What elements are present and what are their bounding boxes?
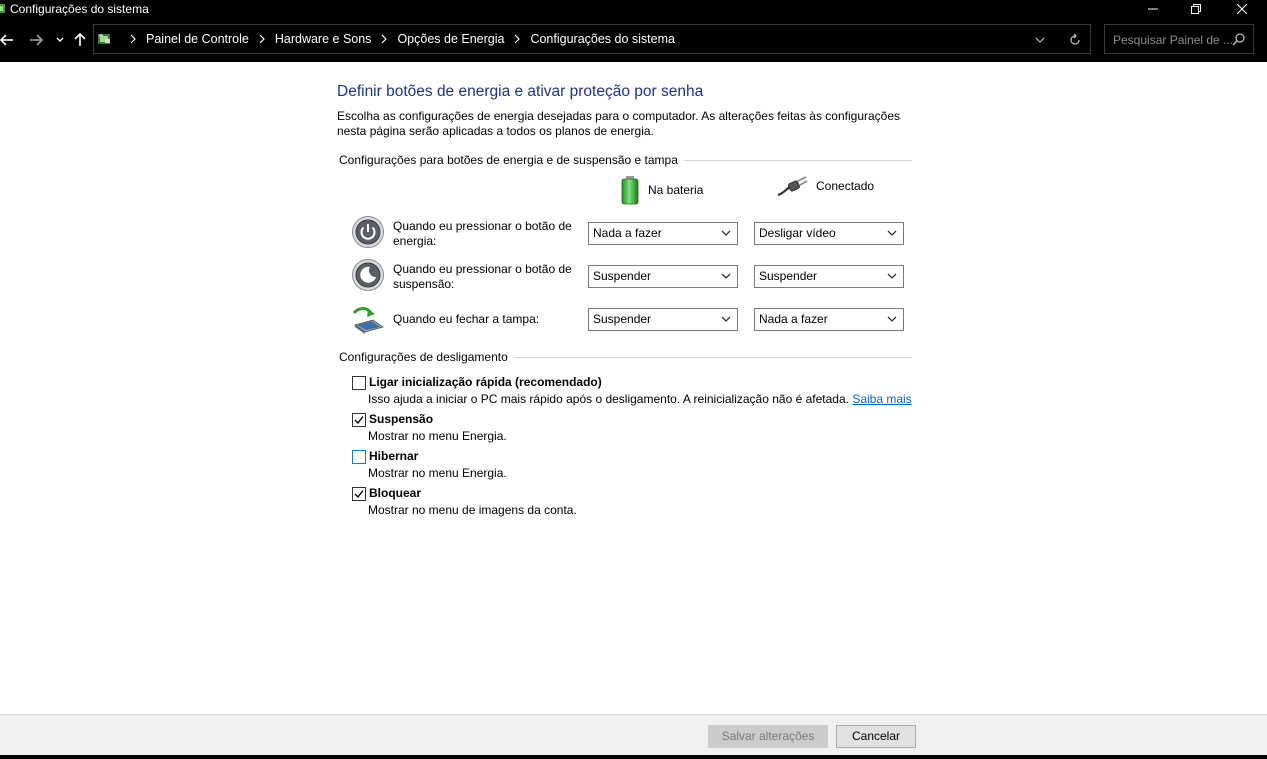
restore-button[interactable]	[1173, 0, 1219, 18]
close-button[interactable]	[1219, 0, 1265, 18]
window-title: Configurações do sistema	[10, 2, 149, 16]
hibernate-option-description: Mostrar no menu Energia.	[368, 466, 507, 480]
breadcrumb: Painel de Controle Hardware e Sons Opçõe…	[120, 25, 675, 53]
select-value: Suspender	[759, 269, 818, 283]
control-panel-icon	[0, 4, 5, 13]
page-title: Definir botões de energia e ativar prote…	[337, 83, 704, 100]
window-bottom-edge	[0, 755, 1267, 759]
sleep-button-plugged-select[interactable]: Suspender	[754, 265, 904, 288]
footer: Salvar alterações Cancelar	[0, 714, 1267, 759]
chevron-right-icon[interactable]	[512, 34, 522, 44]
breadcrumb-item-control-panel[interactable]: Painel de Controle	[146, 32, 249, 46]
battery-icon	[621, 176, 639, 205]
address-history-button[interactable]	[1032, 32, 1048, 48]
chevron-right-icon[interactable]	[257, 34, 267, 44]
close-icon	[1237, 4, 1247, 14]
sleep-button-label: Quando eu pressionar o botão de suspensã…	[393, 262, 572, 291]
chevron-down-icon	[721, 273, 731, 279]
lock-option-label[interactable]: Bloquear	[369, 486, 421, 500]
lid-close-plugged-select[interactable]: Nada a fazer	[754, 308, 904, 331]
up-button[interactable]	[71, 30, 89, 50]
recent-locations-button[interactable]	[51, 30, 69, 50]
fast-startup-desc-text: Isso ajuda a iniciar o PC mais rápido ap…	[368, 392, 849, 406]
back-button[interactable]	[0, 30, 16, 50]
sleep-option-description: Mostrar no menu Energia.	[368, 429, 507, 443]
select-value: Suspender	[593, 269, 652, 283]
power-button-plugged-select[interactable]: Desligar vídeo	[754, 222, 904, 245]
hibernate-checkbox[interactable]	[352, 450, 366, 464]
laptop-lid-icon	[352, 307, 384, 334]
sleep-option-label[interactable]: Suspensão	[369, 412, 433, 426]
minimize-icon	[1148, 8, 1158, 10]
chevron-down-icon	[56, 37, 64, 42]
minimize-button[interactable]	[1130, 0, 1176, 18]
select-value: Nada a fazer	[759, 312, 828, 326]
lock-checkbox[interactable]	[352, 487, 366, 501]
fast-startup-description: Isso ajuda a iniciar o PC mais rápido ap…	[368, 392, 912, 406]
restore-icon	[1191, 4, 1201, 14]
fast-startup-checkbox[interactable]	[352, 376, 366, 390]
sleep-checkbox[interactable]	[352, 413, 366, 427]
chevron-down-icon	[887, 316, 897, 322]
column-header-plugged: Conectado	[776, 175, 874, 197]
lid-close-label: Quando eu fechar a tampa:	[393, 312, 540, 326]
search-box[interactable]: Pesquisar Painel de ...	[1104, 24, 1254, 54]
fast-startup-label[interactable]: Ligar inicialização rápida (recomendado)	[369, 375, 602, 389]
back-arrow-icon	[0, 34, 13, 46]
main-content: Definir botões de energia e ativar prote…	[0, 62, 1267, 714]
breadcrumb-item-hardware-sound[interactable]: Hardware e Sons	[275, 32, 372, 46]
power-buttons-group-title: Configurações para botões de energia e d…	[339, 153, 684, 167]
chevron-down-icon	[721, 230, 731, 236]
column-header-battery: Na bateria	[620, 175, 703, 205]
address-bar[interactable]: Painel de Controle Hardware e Sons Opçõe…	[93, 24, 1091, 54]
select-value: Nada a fazer	[593, 226, 662, 240]
lock-option-description: Mostrar no menu de imagens da conta.	[368, 503, 577, 517]
page-description: Escolha as configurações de energia dese…	[337, 109, 901, 138]
chevron-right-icon[interactable]	[379, 34, 389, 44]
refresh-button[interactable]	[1066, 31, 1084, 49]
chevron-down-icon	[1035, 37, 1045, 43]
power-plug-icon	[777, 176, 808, 197]
search-input[interactable]: Pesquisar Painel de ...	[1113, 33, 1233, 47]
chevron-right-icon	[130, 34, 136, 44]
hibernate-option-label[interactable]: Hibernar	[369, 449, 418, 463]
checkmark-icon	[354, 416, 364, 425]
forward-arrow-icon	[30, 34, 43, 46]
select-value: Desligar vídeo	[759, 226, 836, 240]
shutdown-group-title: Configurações de desligamento	[339, 350, 514, 364]
sleep-button-battery-select[interactable]: Suspender	[588, 265, 738, 288]
forward-button[interactable]	[27, 30, 45, 50]
learn-more-link[interactable]: Saiba mais	[852, 392, 911, 406]
title-bar: Configurações do sistema	[0, 0, 1267, 18]
power-button-icon	[352, 216, 384, 248]
checkmark-icon	[354, 490, 364, 499]
up-arrow-icon	[74, 33, 86, 46]
sleep-button-icon	[352, 259, 384, 291]
breadcrumb-item-power-options[interactable]: Opções de Energia	[397, 32, 504, 46]
lid-close-battery-select[interactable]: Suspender	[588, 308, 738, 331]
save-changes-button[interactable]: Salvar alterações	[708, 725, 828, 748]
select-value: Suspender	[593, 312, 652, 326]
power-button-battery-select[interactable]: Nada a fazer	[588, 222, 738, 245]
control-panel-location-icon	[98, 34, 110, 44]
plugged-column-label: Conectado	[816, 179, 875, 193]
power-button-label: Quando eu pressionar o botão de energia:	[393, 219, 572, 248]
search-icon[interactable]	[1232, 32, 1246, 46]
cancel-button[interactable]: Cancelar	[836, 725, 916, 748]
breadcrumb-item-system-settings[interactable]: Configurações do sistema	[530, 32, 675, 46]
chevron-down-icon	[887, 230, 897, 236]
chevron-down-icon	[887, 273, 897, 279]
battery-column-label: Na bateria	[648, 183, 704, 197]
navigation-bar: Painel de Controle Hardware e Sons Opçõe…	[0, 18, 1267, 62]
chevron-down-icon	[721, 316, 731, 322]
refresh-icon	[1070, 34, 1080, 45]
